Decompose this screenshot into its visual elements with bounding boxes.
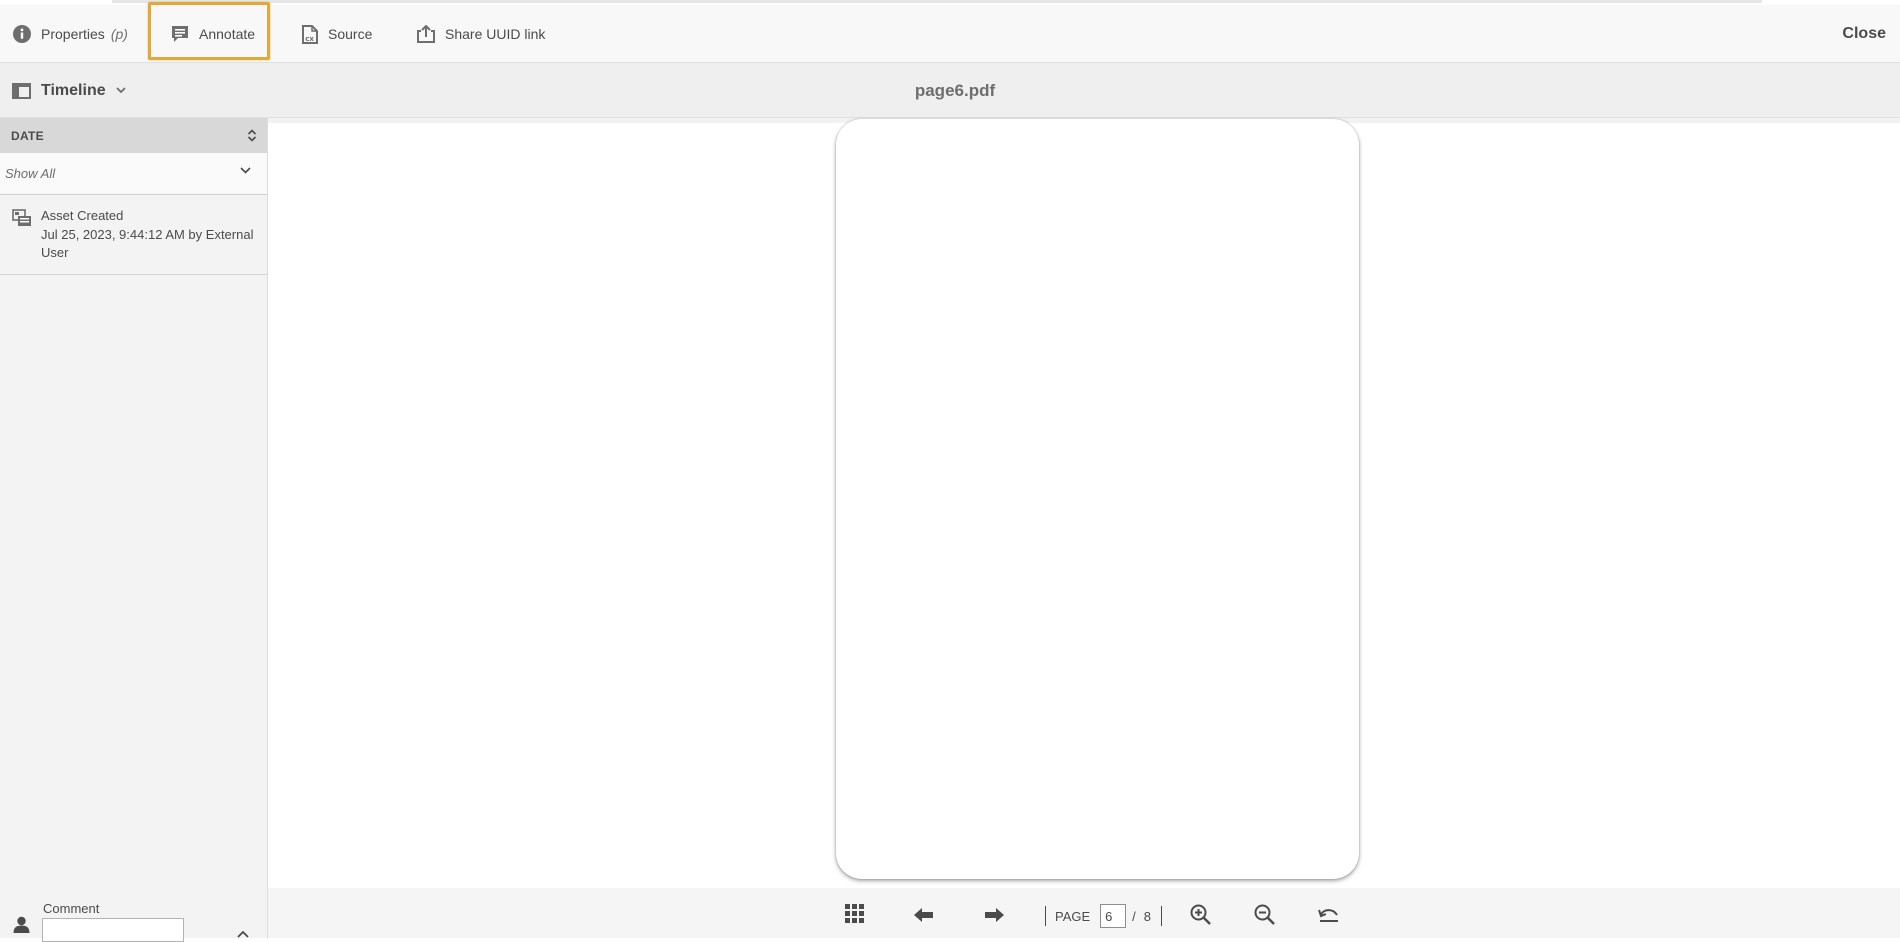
share-icon	[417, 25, 435, 43]
zoom-in-icon[interactable]	[1190, 904, 1211, 925]
chevron-down-icon	[115, 87, 126, 94]
file-title: page6.pdf	[914, 80, 996, 100]
arrow-right-icon[interactable]	[984, 908, 1004, 922]
arrow-left-icon[interactable]	[914, 908, 934, 922]
top-strip-bar	[112, 0, 1762, 3]
chevron-up-icon[interactable]	[237, 931, 249, 938]
action-toolbar: Properties (p) Annotate cx Source Share …	[0, 5, 1900, 63]
source-label: Source	[328, 26, 373, 42]
pager-divider-left	[1045, 906, 1046, 926]
svg-text:cx: cx	[305, 35, 314, 43]
zoom-out-icon[interactable]	[1254, 904, 1275, 925]
event-title: Asset Created	[41, 208, 124, 223]
close-button[interactable]: Close	[1842, 5, 1886, 63]
reset-icon[interactable]	[1318, 906, 1340, 922]
timeline-filter-dropdown[interactable]: Show All	[0, 153, 267, 195]
timeline-event[interactable]: Asset Created Jul 25, 2023, 9:44:12 AM b…	[0, 196, 267, 275]
comment-label: Comment	[43, 901, 100, 916]
event-detail: Jul 25, 2023, 9:44:12 AM by External Use…	[41, 227, 254, 260]
timeline-rail: DATE Show All Asset Created Jul 25, 2023…	[0, 118, 268, 942]
view-header: Timeline page6.pdf	[0, 63, 1900, 118]
rail-panel-icon	[12, 82, 31, 99]
rail-selector-label: Timeline	[41, 81, 106, 99]
page-number-input[interactable]	[1100, 904, 1127, 928]
pager-divider-right	[1161, 906, 1163, 926]
share-uuid-link-button[interactable]: Share UUID link	[417, 5, 545, 63]
source-button[interactable]: cx Source	[302, 5, 372, 63]
document-source-icon: cx	[302, 24, 318, 44]
page-total: 8	[1143, 908, 1152, 924]
asset-created-icon	[12, 209, 31, 226]
annotate-highlight	[148, 2, 270, 60]
filter-value: Show All	[5, 166, 56, 181]
page-separator: /	[1132, 908, 1136, 924]
rail-selector[interactable]: Timeline	[12, 63, 126, 118]
user-icon	[13, 916, 30, 933]
chevron-down-icon	[240, 167, 251, 174]
properties-label: Properties	[41, 26, 105, 42]
comment-box: Comment	[0, 898, 267, 942]
share-label: Share UUID link	[445, 26, 546, 42]
page-navigator: PAGE / 8	[1045, 902, 1163, 930]
info-icon	[13, 25, 31, 43]
properties-button[interactable]: Properties (p)	[13, 5, 128, 63]
page-label: PAGE	[1055, 908, 1091, 924]
comment-input[interactable]	[42, 918, 184, 942]
date-section-label: DATE	[11, 128, 44, 143]
grid-icon[interactable]	[845, 904, 864, 923]
sort-icon[interactable]	[247, 129, 257, 142]
properties-shortcut: (p)	[110, 26, 128, 42]
pdf-page	[836, 119, 1359, 879]
date-section-header: DATE	[0, 118, 267, 153]
